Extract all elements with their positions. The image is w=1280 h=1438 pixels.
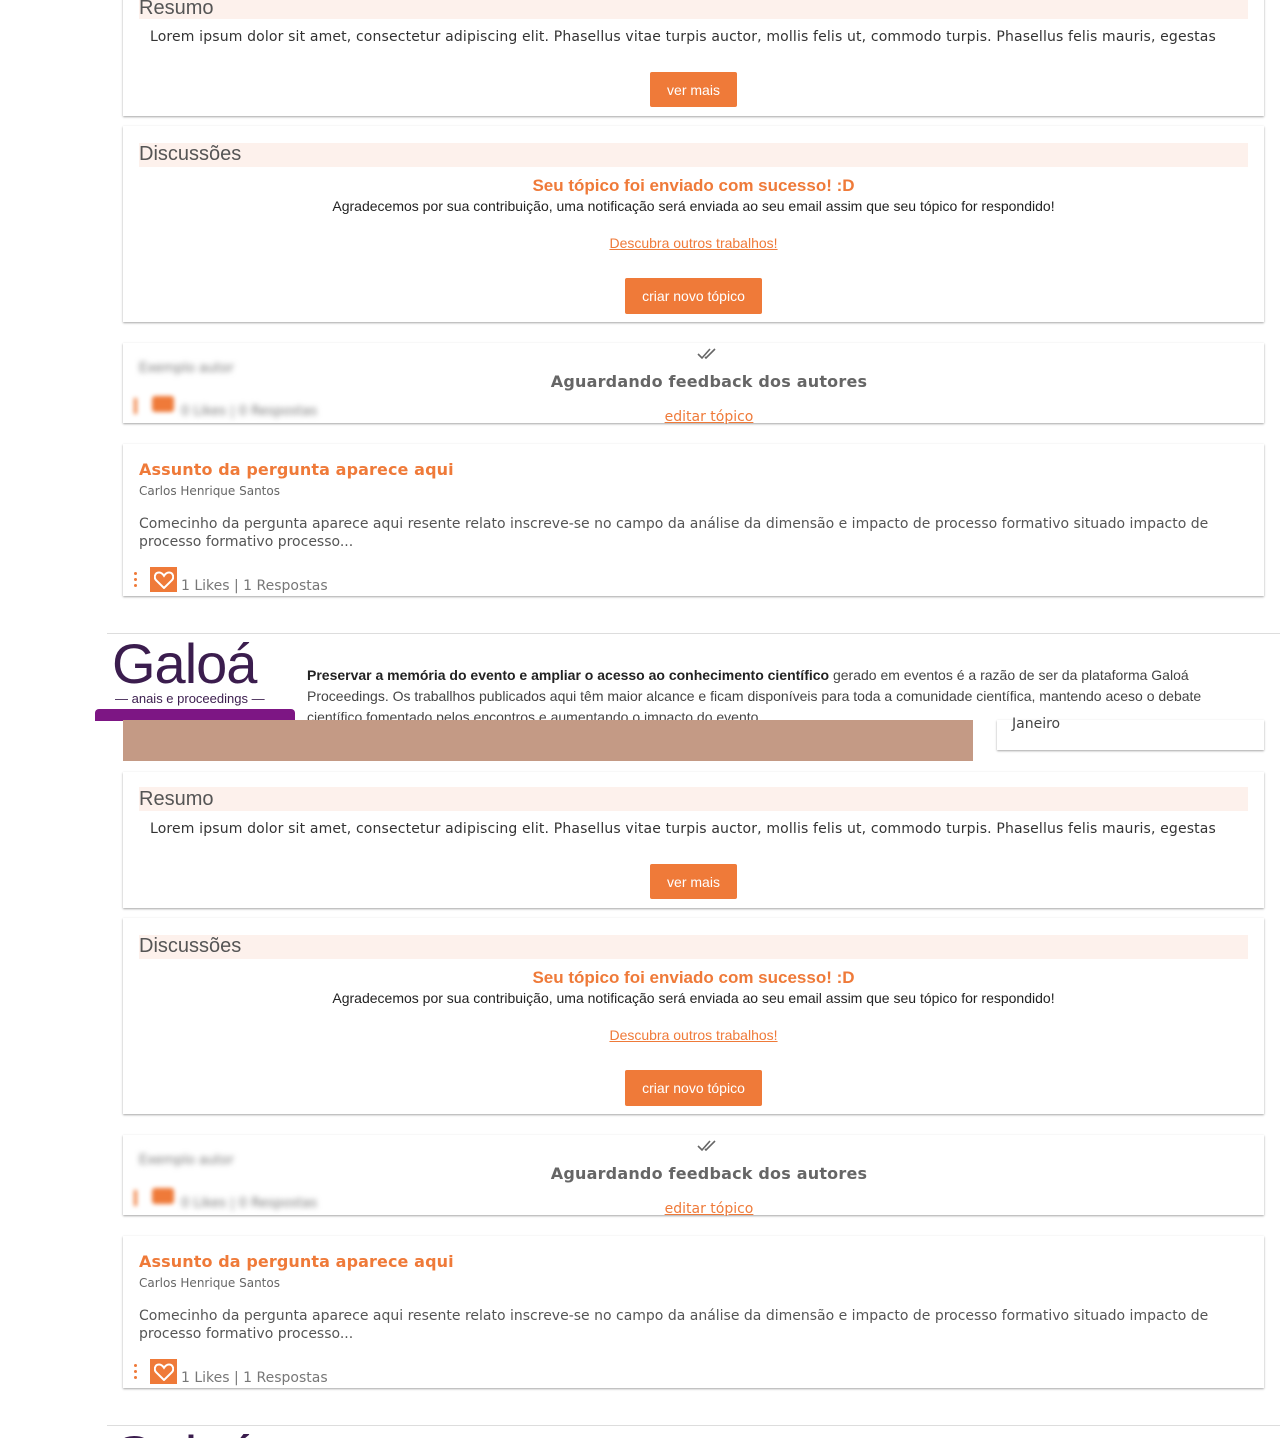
summary-text: Lorem ipsum dolor sit amet, consectetur … [150,29,1216,45]
heart-icon [153,570,174,589]
summary-card: Resumo Lorem ipsum dolor sit amet, conse… [123,772,1264,908]
footer-description: Preservar a memória do evento e ampliar … [307,665,1257,721]
double-check-icon [697,346,721,362]
question-card: Assunto da pergunta aparece aqui Carlos … [123,444,1264,596]
pending-topic-card: Exemplo autor 0 Likes | 0 Respostas Agua… [123,343,1264,425]
discussions-card: Discussões Seu tópico foi enviado com su… [123,918,1264,1114]
like-button[interactable] [150,1359,177,1384]
discussions-header-bg [139,935,1248,959]
edit-topic-link[interactable]: editar tópico [123,409,1280,425]
discussions-title: Discussões [139,935,242,957]
galoa-logo-subtitle: — anais e proceedings — [115,691,265,706]
like-button[interactable] [150,567,177,592]
site-footer: Galoá [107,1425,1280,1438]
question-card: Assunto da pergunta aparece aqui Carlos … [123,1236,1264,1388]
kebab-menu-icon[interactable] [134,572,138,590]
kebab-menu-icon[interactable] [134,1364,138,1382]
summary-card: Resumo Lorem ipsum dolor sit amet, conse… [123,0,1264,116]
heart-icon [153,1362,174,1381]
discussions-card: Discussões Seu tópico foi enviado com su… [123,126,1264,322]
question-title[interactable]: Assunto da pergunta aparece aqui [139,1252,454,1271]
awaiting-feedback-text: Aguardando feedback dos autores [550,1164,868,1183]
success-text: Agradecemos por sua contribuição, uma no… [332,198,1055,214]
question-title[interactable]: Assunto da pergunta aparece aqui [139,460,454,479]
see-more-button[interactable]: ver mais [650,72,737,107]
footer-description-bold: Preservar a memória do evento e ampliar … [307,667,830,683]
question-author: Carlos Henrique Santos [139,484,280,498]
success-title: Seu tópico foi enviado com sucesso! :D [532,176,855,195]
cover-image-placeholder [123,720,973,761]
question-stats: 1 Likes | 1 Respostas [181,1370,328,1386]
summary-title: Resumo [139,788,214,810]
success-text: Agradecemos por sua contribuição, uma no… [332,990,1055,1006]
new-topic-button[interactable]: criar novo tópico [625,278,762,314]
discover-link[interactable]: Descubra outros trabalhos! [123,235,1264,251]
question-author: Carlos Henrique Santos [139,1276,280,1290]
summary-header-bg [139,787,1248,811]
see-more-button[interactable]: ver mais [650,864,737,899]
awaiting-feedback-text: Aguardando feedback dos autores [550,372,868,391]
discussions-header-bg [139,143,1248,167]
double-check-icon [697,1138,721,1154]
galoa-logo[interactable]: Galoá [112,636,257,692]
question-body: Comecinho da pergunta aparece aqui resen… [139,1308,1209,1342]
summary-header-bg [139,0,1248,19]
discussions-title: Discussões [139,143,242,165]
success-title: Seu tópico foi enviado com sucesso! :D [532,968,855,987]
question-body: Comecinho da pergunta aparece aqui resen… [139,516,1209,550]
summary-text: Lorem ipsum dolor sit amet, consectetur … [150,821,1216,837]
edit-topic-link[interactable]: editar tópico [123,1201,1280,1217]
new-topic-button[interactable]: criar novo tópico [625,1070,762,1106]
question-stats: 1 Likes | 1 Respostas [181,578,328,594]
site-footer: Galoá — anais e proceedings — Preservar … [95,633,1280,721]
galoa-logo[interactable]: Galoá [112,1428,257,1438]
sidebar-card-text: Janeiro [1012,716,1061,732]
discover-link[interactable]: Descubra outros trabalhos! [123,1027,1264,1043]
sidebar-card: Janeiro [997,716,1264,750]
pending-topic-card: Exemplo autor 0 Likes | 0 Respostas Agua… [123,1135,1264,1217]
summary-title: Resumo [139,0,214,19]
